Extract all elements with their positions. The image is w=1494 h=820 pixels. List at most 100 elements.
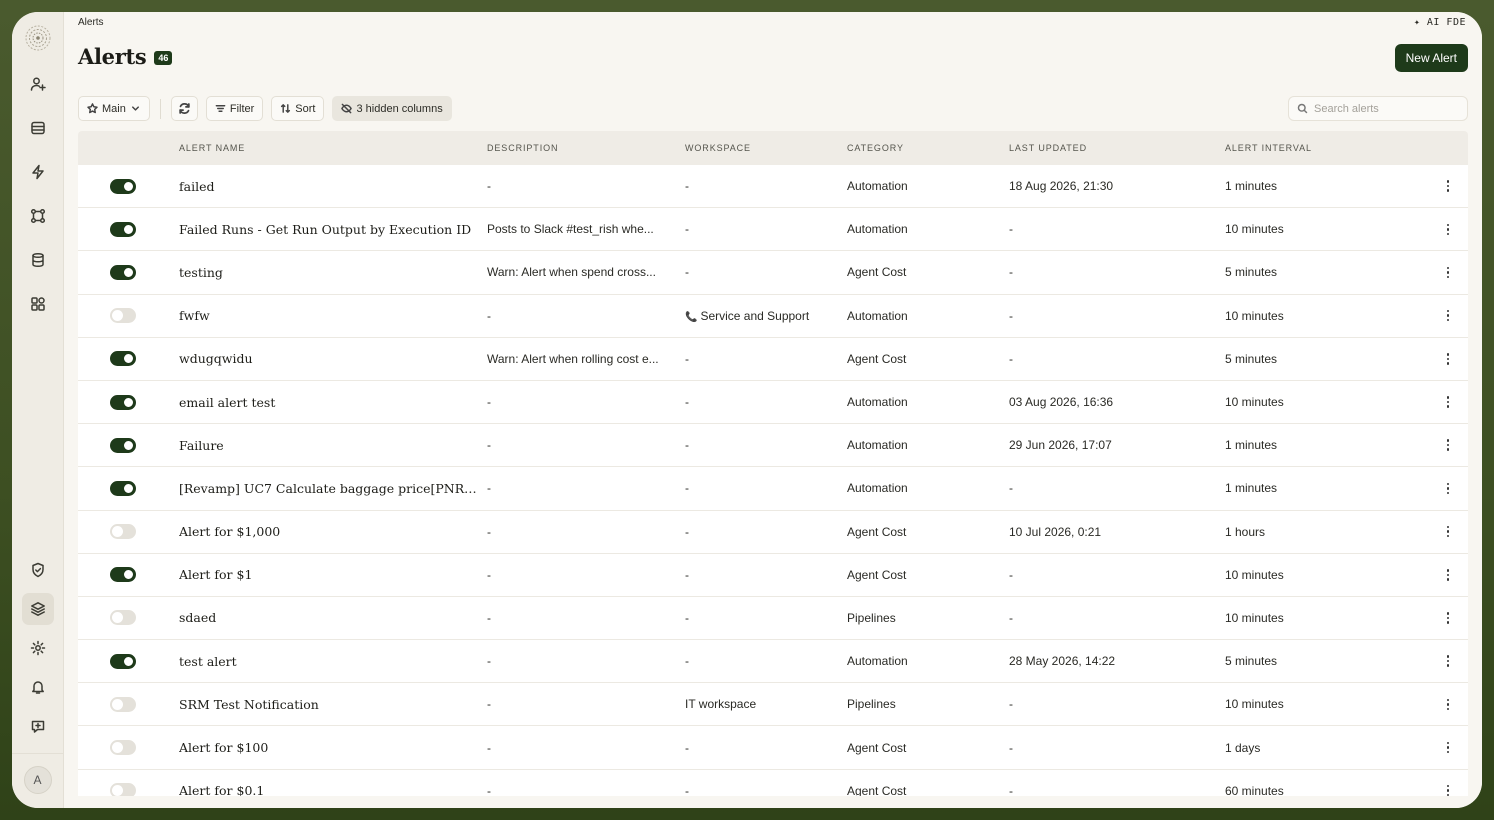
more-options-icon[interactable]: [1442, 309, 1454, 323]
hidden-columns-button[interactable]: 3 hidden columns: [332, 96, 452, 121]
actions-cell: [1425, 395, 1468, 409]
ai-fde-button[interactable]: ✦ AI FDE: [1414, 17, 1466, 28]
enabled-toggle[interactable]: [110, 264, 136, 280]
avatar[interactable]: A: [23, 766, 52, 794]
actions-cell: [1425, 654, 1468, 668]
more-options-icon[interactable]: [1442, 525, 1454, 539]
alert-category: Automation: [847, 481, 908, 496]
header-alert-name[interactable]: ALERT NAME: [179, 143, 487, 153]
logo-icon[interactable]: [24, 24, 52, 52]
more-options-icon[interactable]: [1442, 481, 1454, 495]
enabled-toggle[interactable]: [110, 696, 136, 712]
table-row[interactable]: Alert for $0.1 - - Agent Cost - 60 minut…: [78, 769, 1468, 796]
more-options-icon[interactable]: [1442, 222, 1454, 236]
filter-label: Filter: [229, 102, 255, 115]
workflow-icon[interactable]: [22, 200, 54, 232]
table-row[interactable]: Failed Runs - Get Run Output by Executio…: [78, 208, 1468, 252]
breadcrumb[interactable]: Alerts: [78, 17, 104, 28]
table-row[interactable]: [Revamp] UC7 Calculate baggage price[PNR…: [78, 467, 1468, 511]
alert-last-updated: -: [1009, 308, 1013, 323]
alert-name[interactable]: test alert: [179, 654, 487, 669]
shield-icon[interactable]: [22, 554, 54, 586]
more-options-icon[interactable]: [1442, 179, 1454, 193]
table-row[interactable]: Alert for $1 - - Agent Cost - 10 minutes: [78, 553, 1468, 597]
bell-icon[interactable]: [22, 671, 54, 703]
sort-button[interactable]: Sort: [271, 96, 325, 121]
table-row[interactable]: Alert for $1,000 - - Agent Cost 10 Jul 2…: [78, 510, 1468, 554]
enabled-toggle[interactable]: [110, 783, 136, 796]
more-options-icon[interactable]: [1442, 741, 1454, 755]
table-row[interactable]: testing Warn: Alert when spend cross... …: [78, 251, 1468, 295]
layers-icon[interactable]: [21, 593, 54, 625]
alert-workspace: IT workspace: [685, 697, 847, 711]
enabled-toggle[interactable]: [110, 567, 136, 583]
enabled-toggle[interactable]: [110, 351, 136, 367]
user-plus-icon[interactable]: [22, 68, 54, 100]
table-row[interactable]: Alert for $100 - - Agent Cost - 1 days: [78, 726, 1468, 770]
more-options-icon[interactable]: [1442, 265, 1454, 279]
more-options-icon[interactable]: [1442, 654, 1454, 668]
enabled-toggle[interactable]: [110, 524, 136, 540]
alert-name[interactable]: failed: [179, 179, 487, 194]
alert-name[interactable]: wdugqwidu: [179, 351, 487, 366]
alert-name[interactable]: SRM Test Notification: [179, 697, 487, 712]
filter-button[interactable]: Filter: [205, 96, 264, 121]
more-options-icon[interactable]: [1442, 611, 1454, 625]
alert-name[interactable]: testing: [179, 265, 487, 280]
table-row[interactable]: email alert test - - Automation 03 Aug 2…: [78, 380, 1468, 425]
database-icon[interactable]: [22, 244, 54, 276]
table-row[interactable]: fwfw - 📞 Service and Support Automation -…: [78, 294, 1468, 338]
enabled-toggle[interactable]: [110, 740, 136, 756]
workspace-label: -: [685, 740, 689, 755]
header-category[interactable]: CATEGORY: [847, 143, 1009, 153]
feedback-icon[interactable]: [22, 710, 54, 742]
alert-name[interactable]: Alert for $100: [179, 740, 487, 755]
enabled-toggle[interactable]: [110, 178, 136, 194]
enabled-toggle[interactable]: [110, 437, 136, 453]
search-box[interactable]: [1288, 96, 1468, 121]
alert-last-updated: -: [1009, 697, 1013, 712]
enabled-toggle[interactable]: [110, 308, 136, 324]
alert-workspace: -: [685, 179, 847, 193]
enabled-toggle[interactable]: [110, 480, 136, 496]
apps-icon[interactable]: [22, 288, 54, 320]
table-row[interactable]: sdaed - - Pipelines - 10 minutes: [78, 596, 1468, 641]
more-options-icon[interactable]: [1442, 784, 1454, 796]
alert-name[interactable]: Failed Runs - Get Run Output by Executio…: [179, 222, 487, 237]
inbox-icon[interactable]: [22, 112, 54, 144]
alert-name[interactable]: Failure: [179, 438, 487, 453]
enabled-toggle[interactable]: [110, 221, 136, 237]
more-options-icon[interactable]: [1442, 395, 1454, 409]
table-row[interactable]: failed - - Automation 18 Aug 2026, 21:30…: [78, 165, 1468, 209]
more-options-icon[interactable]: [1442, 438, 1454, 452]
alert-name[interactable]: sdaed: [179, 610, 487, 625]
new-alert-button[interactable]: New Alert: [1394, 44, 1468, 72]
header-last-updated[interactable]: LAST UPDATED: [1009, 143, 1225, 153]
lightning-icon[interactable]: [22, 156, 54, 188]
enabled-toggle[interactable]: [110, 610, 136, 626]
alert-name[interactable]: Alert for $1: [179, 567, 487, 582]
table-row[interactable]: wdugqwidu Warn: Alert when rolling cost …: [78, 337, 1468, 381]
table-row[interactable]: Failure - - Automation 29 Jun 2026, 17:0…: [78, 424, 1468, 468]
header-alert-interval[interactable]: ALERT INTERVAL: [1225, 143, 1425, 153]
table-row[interactable]: test alert - - Automation 28 May 2026, 1…: [78, 640, 1468, 684]
header-description[interactable]: DESCRIPTION: [487, 143, 685, 153]
enabled-toggle[interactable]: [110, 394, 136, 410]
alert-name[interactable]: Alert for $1,000: [179, 524, 487, 539]
search-input[interactable]: [1314, 102, 1454, 115]
alert-name[interactable]: fwfw: [179, 308, 487, 323]
table-row[interactable]: SRM Test Notification - IT workspace Pip…: [78, 683, 1468, 727]
alert-name[interactable]: Alert for $0.1: [179, 783, 487, 796]
alert-name[interactable]: [Revamp] UC7 Calculate baggage price[PNR…: [179, 481, 487, 496]
alert-name[interactable]: email alert test: [179, 395, 487, 410]
gear-icon[interactable]: [22, 632, 54, 664]
more-options-icon[interactable]: [1442, 352, 1454, 366]
refresh-button[interactable]: [170, 96, 198, 121]
header-workspace[interactable]: WORKSPACE: [685, 143, 847, 153]
view-selector[interactable]: Main: [78, 96, 150, 121]
enabled-toggle[interactable]: [110, 653, 136, 669]
more-options-icon[interactable]: [1442, 697, 1454, 711]
more-options-icon[interactable]: [1442, 568, 1454, 582]
toggle-cell: [78, 567, 179, 583]
alert-description: Warn: Alert when spend cross...: [487, 265, 656, 280]
